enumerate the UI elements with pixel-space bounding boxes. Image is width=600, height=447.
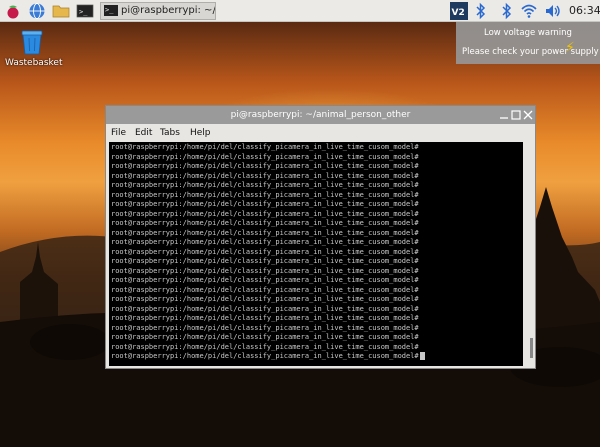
terminal-line: root@raspberrypi:/home/pi/del/classify_p… [111, 257, 419, 265]
terminal-line-current: root@raspberrypi:/home/pi/del/classify_p… [111, 351, 425, 361]
file-manager-icon[interactable] [52, 2, 70, 20]
svg-text:>_: >_ [79, 8, 88, 16]
minimize-icon [500, 117, 508, 119]
menu-file[interactable]: File [111, 124, 126, 142]
terminal-line: root@raspberrypi:/home/pi/del/classify_p… [111, 247, 419, 256]
terminal-line: root@raspberrypi:/home/pi/del/classify_p… [111, 295, 419, 303]
wastebasket-label[interactable]: Wastebasket [5, 58, 62, 68]
notification-title: Low voltage warning [484, 28, 572, 38]
close-button[interactable] [522, 109, 534, 121]
bluetooth-icon[interactable] [500, 0, 514, 22]
terminal-line: root@raspberrypi:/home/pi/del/classify_p… [111, 162, 419, 170]
terminal-line: root@raspberrypi:/home/pi/del/classify_p… [111, 200, 419, 208]
wastebasket-icon[interactable] [21, 29, 43, 55]
low-voltage-notification[interactable]: Low voltage warning Please check your po… [456, 22, 600, 64]
terminal-line: root@raspberrypi:/home/pi/del/classify_p… [111, 276, 419, 284]
prompt-text: root@raspberrypi:/home/pi/del/classify_p… [111, 352, 419, 360]
taskbar-terminal-task[interactable]: pi@raspberrypi: ~/ani... [100, 2, 216, 20]
terminal-icon[interactable]: >_ [76, 2, 94, 20]
minimize-button[interactable] [498, 109, 510, 121]
menu-help[interactable]: Help [190, 124, 211, 142]
window-title: pi@raspberrypi: ~/animal_person_other [230, 110, 411, 120]
terminal-line: root@raspberrypi:/home/pi/del/classify_p… [111, 219, 419, 227]
clock[interactable]: 06:34 [569, 0, 600, 22]
terminal-line: root@raspberrypi:/home/pi/del/classify_p… [111, 314, 419, 322]
taskbar: >_ pi@raspberrypi: ~/ani... V2 06:34 [0, 0, 600, 22]
lightning-bolt-icon: ⚡ [565, 40, 575, 56]
terminal-icon [104, 3, 118, 18]
menu-bar: File Edit Tabs Help [106, 124, 535, 142]
menu-edit[interactable]: Edit [135, 124, 152, 142]
terminal-line: root@raspberrypi:/home/pi/del/classify_p… [111, 152, 419, 161]
notification-message: Please check your power supply [462, 47, 599, 57]
volume-icon[interactable] [544, 0, 562, 22]
raspberry-menu-icon[interactable] [4, 2, 22, 20]
terminal-line: root@raspberrypi:/home/pi/del/classify_p… [111, 285, 419, 294]
wifi-icon[interactable] [520, 0, 538, 22]
terminal-line: root@raspberrypi:/home/pi/del/classify_p… [111, 304, 419, 313]
web-browser-icon[interactable] [28, 2, 46, 20]
terminal-console[interactable]: root@raspberrypi:/home/pi/del/classify_p… [109, 142, 523, 366]
bluetooth-icon[interactable] [474, 0, 488, 22]
maximize-icon [511, 110, 521, 120]
terminal-line: root@raspberrypi:/home/pi/del/classify_p… [111, 228, 419, 237]
terminal-line: root@raspberrypi:/home/pi/del/classify_p… [111, 323, 419, 332]
scrollbar[interactable] [524, 142, 533, 366]
terminal-line: root@raspberrypi:/home/pi/del/classify_p… [111, 209, 419, 218]
maximize-button[interactable] [510, 109, 522, 121]
close-icon [523, 110, 533, 120]
terminal-line: root@raspberrypi:/home/pi/del/classify_p… [111, 238, 419, 246]
terminal-line: root@raspberrypi:/home/pi/del/classify_p… [111, 181, 419, 189]
svg-text:V2: V2 [452, 8, 465, 18]
terminal-line: root@raspberrypi:/home/pi/del/classify_p… [111, 333, 419, 341]
menu-tabs[interactable]: Tabs [160, 124, 180, 142]
terminal-line: root@raspberrypi:/home/pi/del/classify_p… [111, 266, 419, 275]
terminal-line: root@raspberrypi:/home/pi/del/classify_p… [111, 190, 419, 199]
window-titlebar[interactable]: pi@raspberrypi: ~/animal_person_other [106, 106, 535, 124]
scrollbar-thumb[interactable] [530, 338, 533, 358]
terminal-window[interactable]: pi@raspberrypi: ~/animal_person_other Fi… [105, 105, 536, 369]
task-label: pi@raspberrypi: ~/ani... [121, 5, 216, 16]
text-cursor [419, 352, 425, 360]
terminal-line: root@raspberrypi:/home/pi/del/classify_p… [111, 171, 419, 180]
terminal-line: root@raspberrypi:/home/pi/del/classify_p… [111, 143, 419, 151]
vnc-icon[interactable]: V2 [449, 0, 469, 22]
terminal-line: root@raspberrypi:/home/pi/del/classify_p… [111, 342, 419, 351]
